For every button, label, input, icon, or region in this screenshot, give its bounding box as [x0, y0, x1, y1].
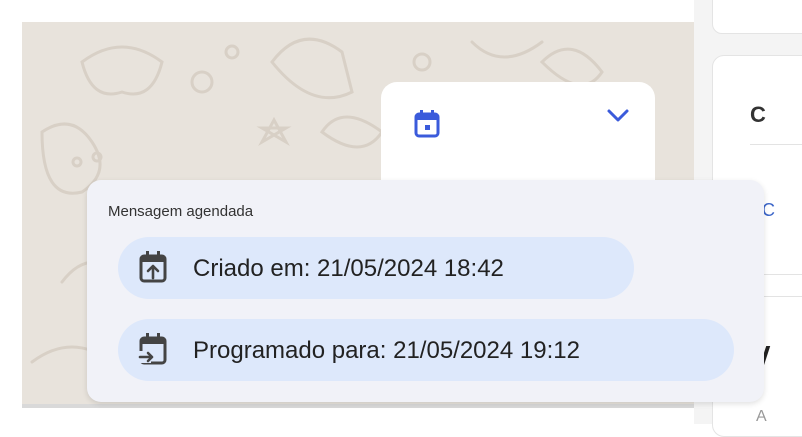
created-at-chip[interactable]: Criado em: 21/05/2024 18:42 [118, 237, 634, 299]
calendar-arrow-right-icon [138, 332, 168, 366]
scheduled-for-chip[interactable]: Programado para: 21/05/2024 19:12 [118, 319, 734, 381]
chat-input-divider [22, 404, 694, 408]
calendar-upload-icon [138, 250, 168, 284]
popup-title: Mensagem agendada [108, 203, 254, 220]
chevron-down-icon[interactable] [606, 107, 630, 125]
side-panel-partial-text: A [756, 408, 767, 425]
side-panel-heading: C [750, 102, 766, 127]
side-panel-top-card [712, 0, 802, 34]
calendar-icon[interactable] [414, 110, 440, 138]
scheduled-for-label: Programado para: 21/05/2024 19:12 [193, 337, 580, 364]
created-at-label: Criado em: 21/05/2024 18:42 [193, 255, 504, 282]
side-panel-divider [750, 144, 802, 145]
